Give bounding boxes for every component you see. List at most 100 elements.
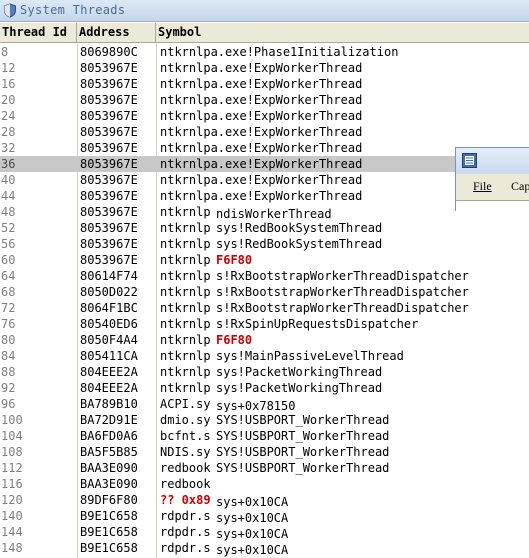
symbol-overlay-text: SYS!USBPORT_WorkerThread [216,412,390,428]
table-row[interactable]: 44 8053967E ntkrnlpa.exe!ExpWorkerThread [0,188,529,204]
table-row[interactable]: 148 B9E1C658 rdpdr.s sys+0x10CA [0,540,529,558]
thread-id-cell: 36 [1,157,16,171]
address-cell: 8050F4A4 [80,333,138,347]
thread-id-cell: 8 [1,45,9,59]
table-row[interactable]: 92 804EEE2A ntkrnlp sys!PacketWorkingThread [0,380,529,396]
address-cell: 8053967E [80,237,138,251]
symbol-overlay-text: sys!RedBookSystemThread [216,236,383,252]
background-window[interactable]: File Cap [455,147,529,213]
thread-id-cell: 120 [1,493,23,507]
table-row[interactable]: 28 8053967E ntkrnlpa.exe!ExpWorkerThread [0,124,529,140]
table-row[interactable]: 24 8053967E ntkrnlpa.exe!ExpWorkerThread [0,108,529,124]
symbol-overlay-text: F6F80 [216,252,253,268]
symbol-overlay-text: sys+0x10CA [216,542,289,558]
thread-id-cell: 116 [1,477,23,491]
thread-id-cell: 40 [1,173,16,187]
address-cell: 8064F1BC [80,301,138,315]
table-row[interactable]: 64 80614F74 ntkrnlp s!RxBootstrapWorkerThre… [0,268,529,284]
address-cell: 8053967E [80,93,138,107]
symbol-overlay-text: s!RxSpinUpRequestsDispatcher [216,316,419,332]
table-row[interactable]: 104 BA6FD0A6 bcfnt.s SYS!USBPORT_WorkerThre… [0,428,529,444]
symbol-cell: NDIS.sy [160,445,211,459]
symbol-overlay-text: sys!PacketWorkingThread [216,364,383,380]
table-row[interactable]: 52 8053967E ntkrnlp sys!RedBookSystemThread [0,220,529,236]
address-cell: BA789B10 [80,397,138,411]
table-row[interactable]: 88 804EEE2A ntkrnlp sys!PacketWorkingThread [0,364,529,380]
window-app-icon [462,153,477,168]
title-bar: System Threads [0,0,529,22]
table-row[interactable]: 140 B9E1C658 rdpdr.s sys+0x10CA [0,508,529,526]
table-row[interactable]: 40 8053967E ntkrnlpa.exe!ExpWorkerThread [0,172,529,188]
table-row[interactable]: 20 8053967E ntkrnlpa.exe!ExpWorkerThread [0,92,529,108]
symbol-cell: bcfnt.s [160,429,211,443]
menu-file[interactable]: File [473,175,492,197]
address-cell: 804EEE2A [80,381,138,395]
table-row[interactable]: 16 8053967E ntkrnlpa.exe!ExpWorkerThread [0,76,529,92]
background-window-title-bar[interactable] [456,148,529,174]
symbol-cell: ntkrnlp [160,301,211,315]
table-row[interactable]: 112 BAA3E090 redbook SYS!USBPORT_WorkerThre… [0,460,529,476]
thread-id-cell: 112 [1,461,23,475]
symbol-overlay-text: SYS!USBPORT_WorkerThread [216,460,390,476]
table-row[interactable]: 76 80540ED6 ntkrnlp s!RxSpinUpRequestsDispa… [0,316,529,332]
table-row[interactable]: 100 BA72D91E dmio.sy SYS!USBPORT_WorkerThre… [0,412,529,428]
address-cell: 8053967E [80,173,138,187]
symbol-overlay-text: SYS!USBPORT_WorkerThread [216,428,390,444]
thread-id-cell: 60 [1,253,16,267]
table-row[interactable]: 12 8053967E ntkrnlpa.exe!ExpWorkerThread [0,60,529,76]
table-row[interactable]: 32 8053967E ntkrnlpa.exe!ExpWorkerThread [0,140,529,156]
symbol-cell: ntkrnlp [160,365,211,379]
table-row[interactable]: 144 B9E1C658 rdpdr.s sys+0x10CA [0,524,529,542]
thread-id-cell: 104 [1,429,23,443]
symbol-cell: rdpdr.s [160,525,211,539]
address-cell: 8053967E [80,125,138,139]
symbol-cell: ntkrnlp [160,237,211,251]
column-header-thread-id[interactable]: Thread Id [0,23,77,42]
symbol-cell: ntkrnlp [160,253,211,267]
symbol-overlay-text: F6F80 [216,332,253,348]
table-row[interactable]: 8 8069890C ntkrnlpa.exe!Phase1Initializati… [0,44,529,60]
table-row[interactable]: 68 8050D022 ntkrnlp s!RxBootstrapWorkerThre… [0,284,529,300]
menu-cap[interactable]: Cap [511,175,529,197]
table-row[interactable]: 48 8053967E ntkrnlp ndisWorkerThread [0,204,529,222]
symbol-overlay-text: sys!RedBookSystemThread [216,220,383,236]
table-row[interactable]: 120 89DF6F80?? 0x89 sys+0x10CA [0,492,529,510]
address-cell: 8053967E [80,61,138,75]
table-row[interactable]: 80 8050F4A4 ntkrnlp F6F80 [0,332,529,348]
thread-id-cell: 56 [1,237,16,251]
symbol-overlay-text: s!RxBootstrapWorkerThreadDispatcher [216,300,469,316]
table-row[interactable]: 36 8053967E ntkrnlpa.exe!ExpWorkerThread [0,156,529,172]
thread-id-cell: 52 [1,221,16,235]
symbol-cell: ntkrnlp [160,317,211,331]
symbol-cell: ntkrnlp [160,269,211,283]
table-row[interactable]: 96 BA789B10 ACPI.sy sys+0x78150 [0,396,529,414]
symbol-overlay-text: s!RxBootstrapWorkerThreadDispatcher [216,268,469,284]
thread-id-cell: 92 [1,381,16,395]
address-cell: B9E1C658 [80,509,138,523]
symbol-cell: ntkrnlpa.exe!ExpWorkerThread [160,109,363,123]
address-cell: 8053967E [80,141,138,155]
column-header-row: Thread Id Address Symbol [0,23,529,43]
thread-id-cell: 80 [1,333,16,347]
thread-id-cell: 140 [1,509,23,523]
symbol-cell: ntkrnlpa.exe!ExpWorkerThread [160,173,363,187]
column-header-address[interactable]: Address [77,23,156,42]
table-row[interactable]: 108 BA5F5B85 NDIS.sy SYS!USBPORT_WorkerThre… [0,444,529,460]
address-cell: 8053967E [80,205,138,219]
table-row[interactable]: 72 8064F1BC ntkrnlp s!RxBootstrapWorkerThre… [0,300,529,316]
table-row[interactable]: 84 805411CA ntkrnlp sys!MainPassiveLevelThr… [0,348,529,364]
thread-id-cell: 100 [1,413,23,427]
column-header-symbol[interactable]: Symbol [156,23,529,42]
symbol-cell: ntkrnlpa.exe!ExpWorkerThread [160,141,363,155]
symbol-cell: ACPI.sy [160,397,211,411]
address-cell: BA72D91E [80,413,138,427]
table-row[interactable]: 60 8053967E ntkrnlp F6F80 [0,252,529,268]
symbol-cell: ntkrnlp [160,381,211,395]
table-row[interactable]: 56 8053967E ntkrnlp sys!RedBookSystemThread [0,236,529,252]
symbol-cell: ntkrnlpa.exe!Phase1Initialization [160,45,399,59]
address-cell: BAA3E090 [80,477,138,491]
thread-id-cell: 32 [1,141,16,155]
symbol-cell: ntkrnlpa.exe!ExpWorkerThread [160,125,363,139]
background-window-menu-bar: File Cap [456,175,529,197]
table-row[interactable]: 116 BAA3E090 redbook [0,476,529,492]
